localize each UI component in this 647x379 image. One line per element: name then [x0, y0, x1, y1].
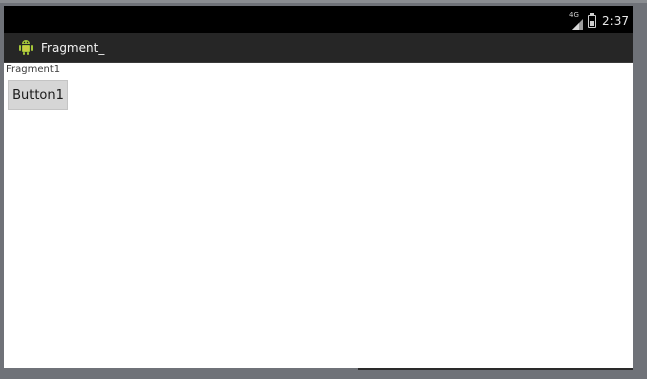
android-app-icon[interactable] [18, 39, 34, 56]
status-bar: 4G 2:37 [4, 6, 633, 33]
frame-top-edge [0, 0, 647, 3]
battery-icon [588, 12, 597, 28]
frame-bottom-edge [358, 368, 633, 370]
device-screen: 4G 2:37 Fragment_ Fragment1 Button1 [4, 6, 633, 368]
device-frame: 4G 2:37 Fragment_ Fragment1 Button1 [0, 0, 647, 379]
status-indicators: 4G 2:37 [569, 10, 629, 30]
app-title: Fragment_ [41, 41, 105, 55]
content-area: Fragment1 Button1 [4, 63, 633, 368]
status-clock: 2:37 [602, 14, 629, 28]
action-bar: Fragment_ [4, 33, 633, 63]
button1[interactable]: Button1 [8, 80, 68, 110]
signal-icon: 4G [569, 10, 584, 30]
fragment-label: Fragment1 [6, 64, 61, 75]
network-type-label: 4G [569, 10, 579, 19]
